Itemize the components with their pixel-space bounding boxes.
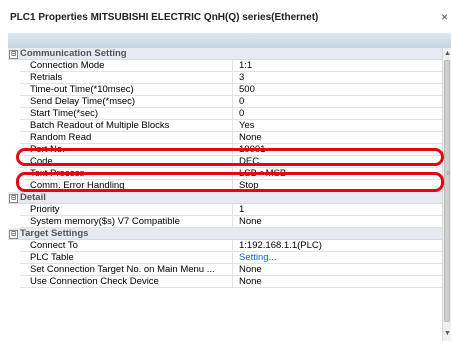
- property-row-system-memory[interactable]: System memory($s) V7 Compatible None: [8, 216, 442, 228]
- property-value[interactable]: None: [233, 264, 442, 276]
- property-value[interactable]: 1:192.168.1.1(PLC): [233, 240, 442, 252]
- category-communication-setting: ⊟ Communication Setting: [8, 48, 442, 60]
- property-value[interactable]: Stop: [233, 180, 442, 192]
- category-target-settings: ⊟ Target Settings: [8, 228, 442, 240]
- property-name: System memory($s) V7 Compatible: [20, 216, 233, 228]
- property-name: Batch Readout of Multiple Blocks: [20, 120, 233, 132]
- close-button[interactable]: ×: [441, 10, 448, 24]
- property-value[interactable]: 500: [233, 84, 442, 96]
- property-name: Comm. Error Handling: [20, 180, 233, 192]
- property-row-set-connection-target[interactable]: Set Connection Target No. on Main Menu .…: [8, 264, 442, 276]
- collapse-toggle-icon[interactable]: ⊟: [9, 194, 18, 203]
- property-row-timeout-time[interactable]: Time-out Time(*10msec) 500: [8, 84, 442, 96]
- property-name: Port No.: [20, 144, 233, 156]
- collapse-toggle-icon[interactable]: ⊟: [9, 50, 18, 59]
- property-name: Random Read: [20, 132, 233, 144]
- property-value[interactable]: 0: [233, 96, 442, 108]
- property-name: Retrials: [20, 72, 233, 84]
- plc-table-setting-link[interactable]: Setting...: [233, 252, 442, 264]
- property-value[interactable]: None: [233, 216, 442, 228]
- property-name: Send Delay Time(*msec): [20, 96, 233, 108]
- property-name: Connection Mode: [20, 60, 233, 72]
- property-value[interactable]: None: [233, 276, 442, 288]
- scrollbar-thumb[interactable]: ≡: [444, 60, 450, 322]
- property-row-connection-mode[interactable]: Connection Mode 1:1: [8, 60, 442, 72]
- property-name: Code: [20, 156, 233, 168]
- category-label: Detail: [20, 192, 46, 203]
- property-row-retrials[interactable]: Retrials 3: [8, 72, 442, 84]
- property-name: Start Time(*sec): [20, 108, 233, 120]
- property-value[interactable]: Yes: [233, 120, 442, 132]
- property-name: Set Connection Target No. on Main Menu .…: [20, 264, 233, 276]
- scroll-up-icon[interactable]: ▲: [444, 50, 451, 58]
- category-detail: ⊟ Detail: [8, 192, 442, 204]
- property-grid: ⊟ Communication Setting Connection Mode …: [8, 48, 442, 341]
- property-value[interactable]: 0: [233, 108, 442, 120]
- category-label: Communication Setting: [20, 48, 127, 59]
- property-row-start-time[interactable]: Start Time(*sec) 0: [8, 108, 442, 120]
- scroll-down-icon[interactable]: ▼: [444, 330, 451, 338]
- property-row-connect-to[interactable]: Connect To 1:192.168.1.1(PLC): [8, 240, 442, 252]
- toolbar-strip: [8, 33, 451, 48]
- property-name: Text Process: [20, 168, 233, 180]
- property-value[interactable]: 1:1: [233, 60, 442, 72]
- window-title: PLC1 Properties MITSUBISHI ELECTRIC QnH(…: [10, 12, 319, 23]
- vertical-scrollbar[interactable]: ▲ ≡ ▼: [442, 48, 451, 341]
- window-titlebar: PLC1 Properties MITSUBISHI ELECTRIC QnH(…: [0, 0, 451, 33]
- property-row-send-delay-time[interactable]: Send Delay Time(*msec) 0: [8, 96, 442, 108]
- property-value[interactable]: 10001: [233, 144, 442, 156]
- property-name: Use Connection Check Device: [20, 276, 233, 288]
- property-value[interactable]: 1: [233, 204, 442, 216]
- property-name: Priority: [20, 204, 233, 216]
- property-row-code[interactable]: Code DEC: [8, 156, 442, 168]
- property-row-port-no[interactable]: Port No. 10001: [8, 144, 442, 156]
- property-row-priority[interactable]: Priority 1: [8, 204, 442, 216]
- property-name: PLC Table: [20, 252, 233, 264]
- property-row-use-connection-check[interactable]: Use Connection Check Device None: [8, 276, 442, 288]
- property-value[interactable]: None: [233, 132, 442, 144]
- property-row-batch-readout[interactable]: Batch Readout of Multiple Blocks Yes: [8, 120, 442, 132]
- property-name: Connect To: [20, 240, 233, 252]
- property-name: Time-out Time(*10msec): [20, 84, 233, 96]
- property-value[interactable]: 3: [233, 72, 442, 84]
- category-label: Target Settings: [20, 228, 89, 239]
- property-row-plc-table[interactable]: PLC Table Setting...: [8, 252, 442, 264]
- property-value[interactable]: LSB->MSB: [233, 168, 442, 180]
- property-row-random-read[interactable]: Random Read None: [8, 132, 442, 144]
- property-row-text-process[interactable]: Text Process LSB->MSB: [8, 168, 442, 180]
- property-value[interactable]: DEC: [233, 156, 442, 168]
- collapse-toggle-icon[interactable]: ⊟: [9, 230, 18, 239]
- property-row-comm-error-handling[interactable]: Comm. Error Handling Stop: [8, 180, 442, 192]
- grip-icon: ≡: [446, 171, 450, 177]
